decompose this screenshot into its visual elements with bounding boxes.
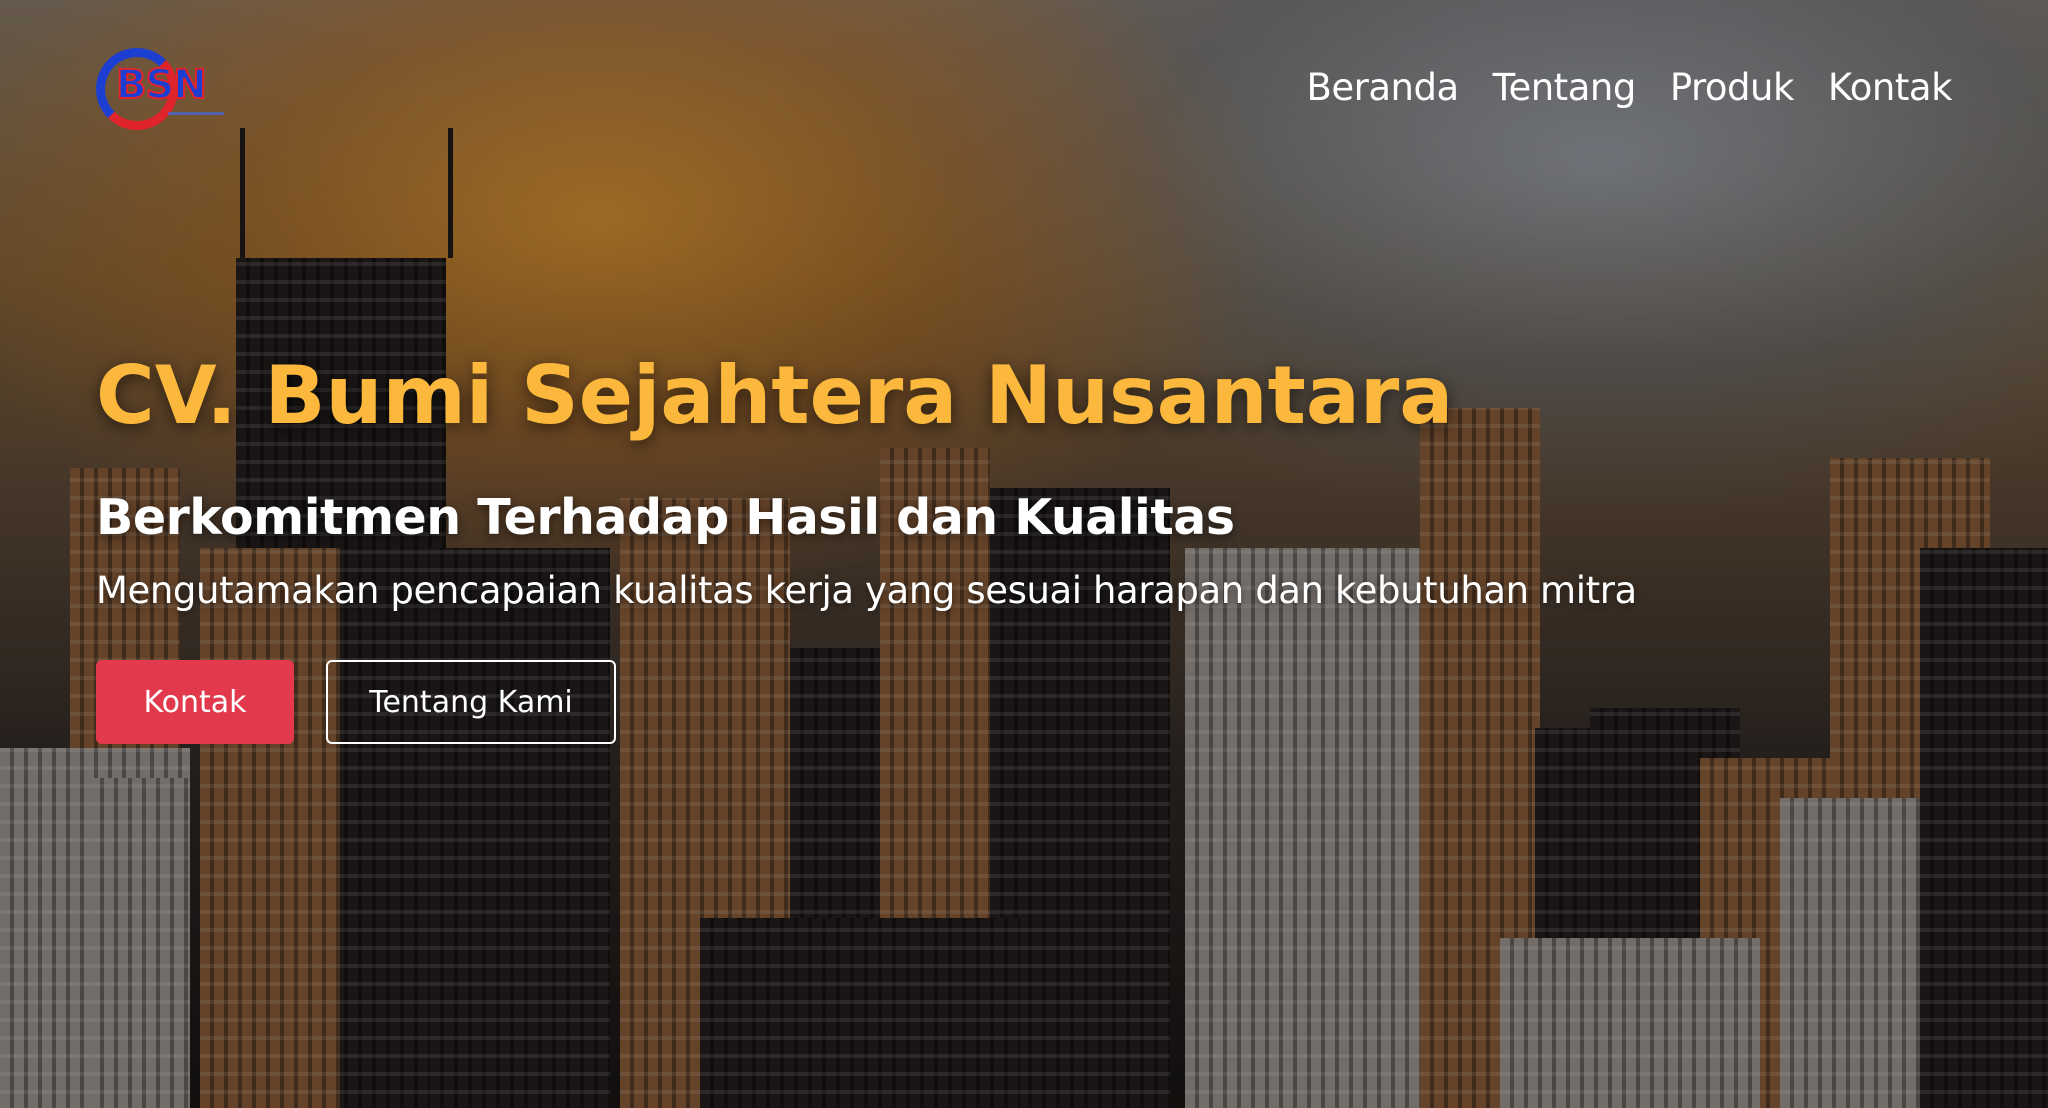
logo-text: BSN <box>115 61 208 109</box>
nav-link-beranda[interactable]: Beranda <box>1307 66 1460 109</box>
hero-subtitle: Berkomitmen Terhadap Hasil dan Kualitas <box>96 489 1235 546</box>
bsn-logo[interactable]: BSN <box>96 48 228 138</box>
nav-link-produk[interactable]: Produk <box>1670 66 1795 109</box>
kontak-button[interactable]: Kontak <box>96 660 294 744</box>
hero-buttons: Kontak Tentang Kami <box>96 660 1796 744</box>
hero-section: BSN Beranda Tentang Produk Kontak CV. Bu… <box>0 0 2048 1108</box>
nav-link-kontak[interactable]: Kontak <box>1828 66 1953 109</box>
hero-tagline: Mengutamakan pencapaian kualitas kerja y… <box>96 569 1637 612</box>
navbar: BSN Beranda Tentang Produk Kontak <box>0 0 2048 190</box>
tentang-kami-button[interactable]: Tentang Kami <box>326 660 616 744</box>
logo-underline <box>168 112 224 115</box>
hero-title: CV. Bumi Sejahtera Nusantara <box>96 349 1454 442</box>
hero-content: CV. Bumi Sejahtera Nusantara Berkomitmen… <box>96 348 1796 744</box>
nav-links: Beranda Tentang Produk Kontak <box>1307 66 1953 109</box>
nav-link-tentang[interactable]: Tentang <box>1493 66 1637 109</box>
